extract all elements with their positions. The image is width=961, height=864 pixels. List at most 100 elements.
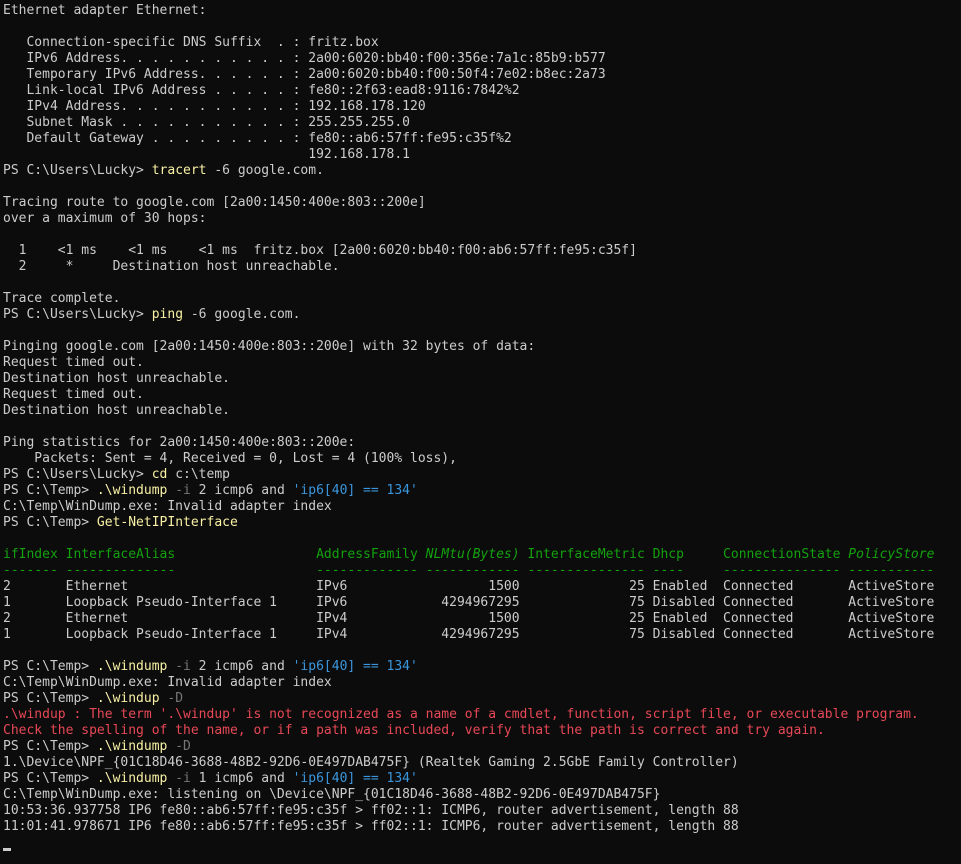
terminal-text: PS C:\Temp>: [3, 483, 97, 498]
terminal-text: Trace complete.: [3, 291, 121, 306]
terminal-line: 2 * Destination host unreachable.: [0, 259, 961, 275]
terminal-line: IPv4 Address. . . . . . . . . . . : 192.…: [0, 99, 961, 115]
terminal-line: 2 Ethernet IPv6 1500 25 Enabled Connecte…: [0, 579, 961, 595]
terminal-line: PS C:\Users\Lucky> cd c:\temp: [0, 467, 961, 483]
terminal-err-text: Check the spelling of the name, or if a …: [3, 723, 825, 738]
terminal-text: C:\Temp\WinDump.exe: Invalid adapter ind…: [3, 675, 332, 690]
terminal-text: Link-local IPv6 Address . . . . . : fe80…: [3, 83, 520, 98]
terminal-text: Default Gateway . . . . . . . . . : fe80…: [3, 131, 512, 146]
terminal-text: Packets: Sent = 4, Received = 0, Lost = …: [3, 451, 457, 466]
terminal-text: 10:53:36.937758 IP6 fe80::ab6:57ff:fe95:…: [3, 803, 739, 818]
terminal-line: ifIndex InterfaceAlias AddressFamily NLM…: [0, 547, 961, 563]
terminal-text: 11:01:41.978671 IP6 fe80::ab6:57ff:fe95:…: [3, 819, 739, 834]
terminal-err-text: .\windup : The term '.\windup' is not re…: [3, 707, 919, 722]
terminal-line: Link-local IPv6 Address . . . . . : fe80…: [0, 83, 961, 99]
terminal-line: C:\Temp\WinDump.exe: Invalid adapter ind…: [0, 499, 961, 515]
terminal-cmd-text: .\windump: [96, 739, 168, 754]
terminal-hdr-text: ------- -------------- ------------- ---…: [3, 563, 935, 578]
terminal-text: Ping statistics for 2a00:1450:400e:803::…: [3, 435, 356, 450]
terminal-line: Packets: Sent = 4, Received = 0, Lost = …: [0, 451, 961, 467]
terminal-hdr-text: InterfaceMetric Dhcp ConnectionState: [519, 547, 849, 562]
terminal-text: -6 google.com.: [206, 163, 324, 178]
terminal-text: 1 Loopback Pseudo-Interface 1 IPv6 42949…: [3, 595, 935, 610]
terminal-line: Request timed out.: [0, 387, 961, 403]
terminal-text: C:\Temp\WinDump.exe: Invalid adapter ind…: [3, 499, 332, 514]
terminal-hdri-text: PolicyStore: [848, 547, 935, 562]
terminal-cmd-text: tracert: [151, 163, 207, 178]
terminal-text: Subnet Mask . . . . . . . . . . . : 255.…: [3, 115, 410, 130]
terminal-text: 192.168.178.1: [3, 147, 410, 162]
terminal-line: .\windup : The term '.\windup' is not re…: [0, 707, 961, 723]
terminal-line: 192.168.178.1: [0, 147, 961, 163]
terminal-line: Trace complete.: [0, 291, 961, 307]
terminal-cmd-text: cd: [151, 467, 168, 482]
terminal-str-text: 'ip6[40] == 134': [292, 659, 418, 674]
terminal-text: PS C:\Users\Lucky>: [3, 163, 152, 178]
terminal-str-text: 'ip6[40] == 134': [292, 771, 418, 786]
terminal-text: Request timed out.: [3, 355, 144, 370]
terminal-text: over a maximum of 30 hops:: [3, 211, 207, 226]
terminal-line: PS C:\Temp> .\windup -D: [0, 691, 961, 707]
terminal-text: IPv4 Address. . . . . . . . . . . : 192.…: [3, 99, 426, 114]
terminal-line: PS C:\Users\Lucky> ping -6 google.com.: [0, 307, 961, 323]
terminal-hdri-text: NLMtu(Bytes): [425, 547, 520, 562]
terminal-cmd-text: Get-NetIPInterface: [96, 515, 238, 530]
terminal-text: Destination host unreachable.: [3, 371, 230, 386]
terminal-text: 1.\Device\NPF_{01C18D46-3688-48B2-92D6-0…: [3, 755, 739, 770]
terminal-line: [0, 835, 961, 851]
terminal-text: PS C:\Temp>: [3, 771, 97, 786]
terminal-line: Ping statistics for 2a00:1450:400e:803::…: [0, 435, 961, 451]
terminal-output[interactable]: Ethernet adapter Ethernet: Connection-sp…: [0, 0, 961, 864]
terminal-text: 2 * Destination host unreachable.: [3, 259, 340, 274]
terminal-flag-text: -i: [167, 771, 191, 786]
terminal-line: Check the spelling of the name, or if a …: [0, 723, 961, 739]
terminal-text: PS C:\Temp>: [3, 691, 97, 706]
terminal-text: Connection-specific DNS Suffix . : fritz…: [3, 35, 379, 50]
terminal-line: IPv6 Address. . . . . . . . . . . : 2a00…: [0, 51, 961, 67]
terminal-text: 1 <1 ms <1 ms <1 ms fritz.box [2a00:6020…: [3, 243, 637, 258]
terminal-flag-text: -i: [167, 659, 191, 674]
terminal-text: 2 Ethernet IPv4 1500 25 Enabled Connecte…: [3, 611, 935, 626]
terminal-cmd-text: .\windup: [96, 691, 160, 706]
terminal-line: PS C:\Temp> .\windump -i 1 icmp6 and 'ip…: [0, 771, 961, 787]
terminal-text: c:\temp: [167, 467, 230, 482]
terminal-cmd-text: .\windump: [96, 659, 168, 674]
terminal-line: 2 Ethernet IPv4 1500 25 Enabled Connecte…: [0, 611, 961, 627]
terminal-line: Destination host unreachable.: [0, 371, 961, 387]
terminal-line: Request timed out.: [0, 355, 961, 371]
terminal-text: Pinging google.com [2a00:1450:400e:803::…: [3, 339, 536, 354]
terminal-text: C:\Temp\WinDump.exe: listening on \Devic…: [3, 787, 661, 802]
terminal-text: PS C:\Temp>: [3, 739, 97, 754]
terminal-text: PS C:\Users\Lucky>: [3, 307, 152, 322]
terminal-line: PS C:\Temp> .\windump -i 2 icmp6 and 'ip…: [0, 483, 961, 499]
terminal-line: Default Gateway . . . . . . . . . : fe80…: [0, 131, 961, 147]
terminal-hdr-text: ifIndex InterfaceAlias AddressFamily: [3, 547, 426, 562]
terminal-text: Temporary IPv6 Address. . . . . . : 2a00…: [3, 67, 606, 82]
terminal-line: Connection-specific DNS Suffix . : fritz…: [0, 35, 961, 51]
terminal-line: Pinging google.com [2a00:1450:400e:803::…: [0, 339, 961, 355]
terminal-text: Tracing route to google.com [2a00:1450:4…: [3, 195, 426, 210]
terminal-text: -6 google.com.: [183, 307, 301, 322]
terminal-line: 1 Loopback Pseudo-Interface 1 IPv4 42949…: [0, 627, 961, 643]
terminal-line: Ethernet adapter Ethernet:: [0, 3, 961, 19]
terminal-line: Subnet Mask . . . . . . . . . . . : 255.…: [0, 115, 961, 131]
terminal-line: C:\Temp\WinDump.exe: Invalid adapter ind…: [0, 675, 961, 691]
terminal-flag-text: -D: [159, 691, 184, 706]
terminal-line: Temporary IPv6 Address. . . . . . : 2a00…: [0, 67, 961, 83]
terminal-line: 10:53:36.937758 IP6 fe80::ab6:57ff:fe95:…: [0, 803, 961, 819]
terminal-text: 2 Ethernet IPv6 1500 25 Enabled Connecte…: [3, 579, 935, 594]
terminal-text: Ethernet adapter Ethernet:: [3, 3, 207, 18]
terminal-text: PS C:\Users\Lucky>: [3, 467, 152, 482]
terminal-text: 1 icmp6 and: [190, 771, 293, 786]
terminal-cmd-text: .\windump: [96, 771, 168, 786]
terminal-line: PS C:\Users\Lucky> tracert -6 google.com…: [0, 163, 961, 179]
terminal-line: C:\Temp\WinDump.exe: listening on \Devic…: [0, 787, 961, 803]
terminal-line: 1 <1 ms <1 ms <1 ms fritz.box [2a00:6020…: [0, 243, 961, 259]
terminal-text: 2 icmp6 and: [190, 483, 293, 498]
